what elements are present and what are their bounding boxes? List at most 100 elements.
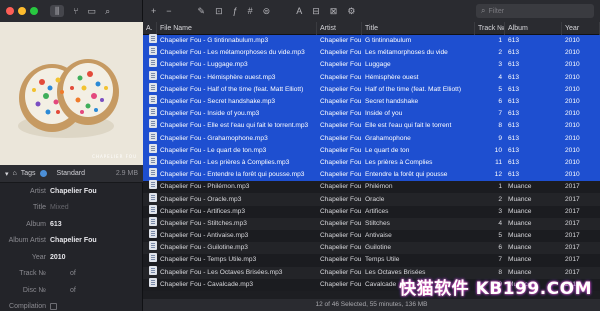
cell-file-name: Chapelier Fou - Les métamorphoses du vid… (160, 49, 305, 57)
title-field[interactable]: Mixed (50, 204, 69, 211)
table-header: A. File Name Artist Title Track № Album … (143, 21, 600, 35)
cell-title: Le quart de ton (365, 146, 410, 154)
tags-title: Tags (20, 170, 36, 177)
table-row[interactable]: Chapelier Fou - Stiltches.mp3 Chapelier F… (143, 216, 600, 230)
left-toolbar: ⫼ ⑂ ▭ ⌕ (0, 0, 142, 22)
cell-title: Entendre la forêt qui pousse (365, 171, 448, 179)
function-icon[interactable]: ƒ (233, 6, 238, 16)
artwork-caption: CHAPELIER FOU (92, 154, 137, 159)
zoom-window-button[interactable] (30, 7, 38, 15)
watermark: 快猫软件 KB199.COM (399, 279, 592, 299)
table-row[interactable]: Chapelier Fou - Le quart de ton.mp3 Chape… (143, 143, 600, 157)
album-artist-field[interactable]: Chapelier Fou (50, 237, 97, 244)
field-album[interactable]: Album 613 (0, 216, 143, 233)
table-row[interactable]: Chapelier Fou - Guilotine.mp3 Chapelier F… (143, 241, 600, 255)
cell-album: 613 (508, 37, 520, 45)
cell-file-name: Chapelier Fou - Secret handshake.mp3 (160, 98, 276, 106)
cell-album: 613 (508, 49, 520, 57)
number-icon[interactable]: # (248, 6, 253, 16)
cell-file-name: Chapelier Fou - Luggage.mp3 (160, 61, 248, 69)
cell-file-name: Chapelier Fou - Grahamophone.mp3 (160, 134, 268, 142)
remove-icon[interactable]: − (166, 6, 171, 16)
cell-track: 1 (498, 37, 502, 45)
field-compilation[interactable]: Compilation (0, 299, 143, 311)
table-row[interactable]: Chapelier Fou - Inside of you.mp3 Chapeli… (143, 107, 600, 121)
table-row[interactable]: Chapelier Fou - Philémon.mp3 Chapelier Fo… (143, 180, 600, 194)
cell-album: Muance (508, 219, 532, 227)
file-icon (149, 204, 157, 214)
cell-file-name: Chapelier Fou - Cavalcade.mp3 (160, 280, 254, 288)
column-header-artist[interactable]: Artist (317, 21, 362, 35)
cell-file-name: Chapelier Fou - Entendre la forêt qui po… (160, 171, 305, 179)
column-header-year[interactable]: Year (562, 21, 600, 35)
field-year[interactable]: Year 2010 (0, 249, 143, 266)
file-icon (149, 277, 157, 287)
field-album-artist[interactable]: Album Artist Chapelier Fou (0, 233, 143, 250)
columns-icon[interactable]: ⊟ (312, 6, 320, 17)
compilation-checkbox[interactable] (50, 303, 57, 311)
column-header-art[interactable]: A. (143, 21, 157, 35)
table-row[interactable]: Chapelier Fou - Hémisphère ouest.mp3 Chap… (143, 70, 600, 84)
table-row[interactable]: Chapelier Fou - Entendre la forêt qui po… (143, 168, 600, 182)
cell-title: Antivaise (365, 232, 392, 240)
table-row[interactable]: Chapelier Fou - Oracle.mp3 Chapelier Fou O… (143, 192, 600, 206)
track-of-label: of (70, 270, 76, 278)
column-header-track[interactable]: Track № (475, 21, 505, 35)
cell-track: 4 (498, 73, 502, 81)
artwork-icon[interactable]: ⊡ (215, 6, 223, 17)
filter-input[interactable]: ⌕ Filter (476, 4, 594, 18)
cell-artist: Chapelier Fou (320, 85, 362, 93)
column-header-file-name[interactable]: File Name (157, 21, 317, 35)
cell-file-name: Chapelier Fou - Stiltches.mp3 (160, 219, 247, 227)
search-icon[interactable]: ⌕ (105, 6, 110, 16)
tag-split-icon[interactable]: ⑂ (73, 6, 78, 16)
table-row[interactable]: Chapelier Fou - Antivaise.mp3 Chapelier F… (143, 229, 600, 243)
field-track-number[interactable]: Track № of (0, 266, 143, 283)
cell-file-name: Chapelier Fou - Les Octaves Brisées.mp3 (160, 268, 283, 276)
folder-icon[interactable]: ▭ (88, 6, 97, 16)
field-disc-number[interactable]: Disc № of (0, 282, 143, 299)
field-label: Album (26, 220, 46, 228)
cell-track: 11 (495, 158, 502, 166)
table-row[interactable]: Chapelier Fou - Grahamophone.mp3 Chapelie… (143, 131, 600, 145)
table-row[interactable]: Chapelier Fou - Elle est l'eau qui fait … (143, 119, 600, 133)
gear-icon[interactable]: ⚙ (347, 6, 355, 17)
minimize-window-button[interactable] (18, 7, 26, 15)
cell-album: 613 (508, 85, 520, 93)
table-row[interactable]: Chapelier Fou - Temps Utile.mp3 Chapelier… (143, 253, 600, 267)
table-row[interactable]: Chapelier Fou - Les prières à Complies.m… (143, 155, 600, 170)
table-row[interactable]: Chapelier Fou - Luggage.mp3 Chapelier Fou… (143, 58, 600, 72)
table-row[interactable]: Chapelier Fou - G tintinnabulum.mp3 Chape… (143, 34, 600, 48)
cell-title: Secret handshake (365, 98, 419, 106)
column-header-title[interactable]: Title (362, 21, 475, 35)
cell-album: Muance (508, 207, 532, 215)
table-row[interactable]: Chapelier Fou - Les métamorphoses du vid… (143, 46, 600, 60)
lookup-icon[interactable]: ⊜ (263, 6, 271, 17)
album-artwork[interactable]: CHAPELIER FOU (0, 22, 143, 165)
table-row[interactable]: Chapelier Fou - Artifices.mp3 Chapelier F… (143, 204, 600, 218)
status-bar: 12 of 46 Selected, 55 minutes, 136 MB (143, 299, 600, 311)
preset-selector[interactable]: Standard (57, 170, 85, 177)
cell-artist: Chapelier Fou (320, 232, 362, 240)
edit-icon[interactable]: ✎ (198, 6, 206, 17)
album-field[interactable]: 613 (50, 221, 62, 228)
cell-track: 3 (498, 207, 502, 215)
sidebar-icon[interactable]: ⊠ (330, 6, 338, 17)
cell-title: Les métamorphoses du vide (365, 49, 448, 57)
chevron-down-icon[interactable]: ▾ (5, 170, 9, 178)
add-icon[interactable]: + (151, 6, 156, 16)
field-artist[interactable]: Artist Chapelier Fou (0, 183, 143, 200)
cell-title: Luggage (365, 61, 391, 69)
cell-year: 2010 (565, 146, 580, 154)
year-field[interactable]: 2010 (50, 254, 66, 261)
close-window-button[interactable] (6, 7, 14, 15)
table-row[interactable]: Chapelier Fou - Secret handshake.mp3 Chap… (143, 95, 600, 109)
table-row[interactable]: Chapelier Fou - Half of the time (feat. … (143, 82, 600, 96)
sliders-icon[interactable]: ⫼ (50, 5, 65, 17)
filter-placeholder: Filter (488, 7, 505, 15)
artist-field[interactable]: Chapelier Fou (50, 188, 97, 195)
field-title[interactable]: Title Mixed (0, 200, 143, 217)
case-icon[interactable]: A (296, 6, 302, 16)
column-header-album[interactable]: Album (505, 21, 562, 35)
cell-track: 2 (498, 49, 502, 57)
